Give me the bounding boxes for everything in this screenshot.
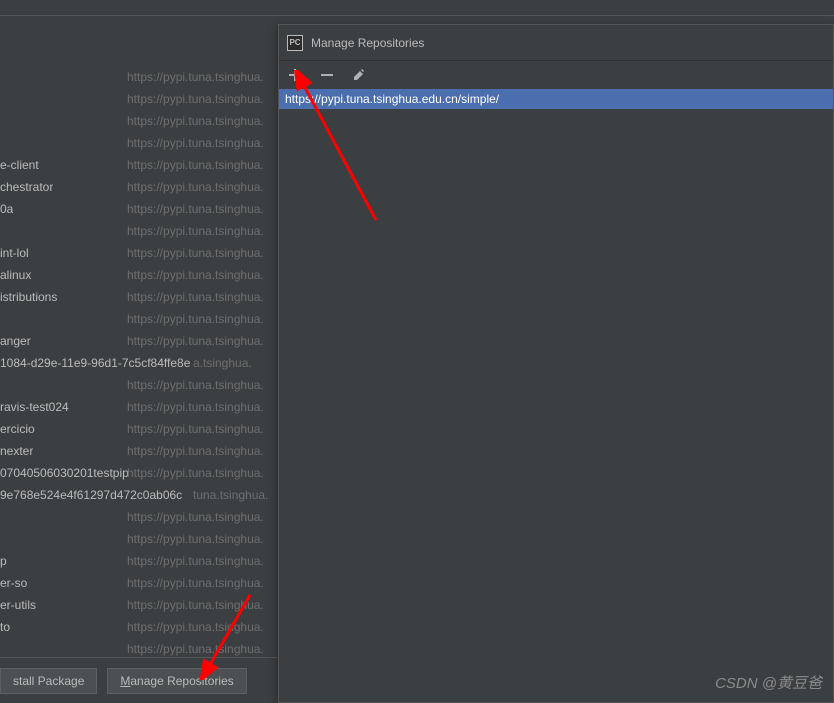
package-name: er-so: [0, 576, 27, 590]
package-row[interactable]: alinux https://pypi.tuna.tsinghua.: [0, 264, 278, 286]
package-source: https://pypi.tuna.tsinghua.: [127, 312, 264, 326]
package-source: https://pypi.tuna.tsinghua.: [127, 422, 264, 436]
edit-icon[interactable]: [351, 67, 367, 83]
package-source: https://pypi.tuna.tsinghua.: [127, 180, 264, 194]
manage-rest: anage Repositories: [130, 674, 233, 688]
dialog-toolbar: [279, 61, 833, 89]
repository-item-selected[interactable]: https://pypi.tuna.tsinghua.edu.cn/simple…: [279, 89, 833, 109]
package-row[interactable]: https://pypi.tuna.tsinghua.: [0, 132, 278, 154]
package-row[interactable]: int-lol https://pypi.tuna.tsinghua.: [0, 242, 278, 264]
package-source: https://pypi.tuna.tsinghua.: [127, 466, 264, 480]
package-source: a.tsinghua.: [193, 356, 252, 370]
package-name: to: [0, 620, 10, 634]
package-source: https://pypi.tuna.tsinghua.: [127, 444, 264, 458]
package-source: https://pypi.tuna.tsinghua.: [127, 268, 264, 282]
package-row[interactable]: https://pypi.tuna.tsinghua.: [0, 88, 278, 110]
package-source: https://pypi.tuna.tsinghua.: [127, 224, 264, 238]
package-source: https://pypi.tuna.tsinghua.: [127, 136, 264, 150]
package-row[interactable]: 9e768e524e4f61297d472c0ab06c tuna.tsinghu…: [0, 484, 278, 506]
package-source: https://pypi.tuna.tsinghua.: [127, 378, 264, 392]
package-row[interactable]: https://pypi.tuna.tsinghua.: [0, 220, 278, 242]
dialog-title: Manage Repositories: [311, 36, 424, 50]
package-row[interactable]: ercicio https://pypi.tuna.tsinghua.: [0, 418, 278, 440]
package-source: https://pypi.tuna.tsinghua.: [127, 246, 264, 260]
package-source: https://pypi.tuna.tsinghua.: [127, 202, 264, 216]
package-source: https://pypi.tuna.tsinghua.: [127, 92, 264, 106]
package-source: https://pypi.tuna.tsinghua.: [127, 400, 264, 414]
pycharm-icon: PC: [287, 35, 303, 51]
package-source: https://pypi.tuna.tsinghua.: [127, 334, 264, 348]
package-source: https://pypi.tuna.tsinghua.: [127, 554, 264, 568]
package-row[interactable]: to https://pypi.tuna.tsinghua.: [0, 616, 278, 638]
package-row[interactable]: er-utils https://pypi.tuna.tsinghua.: [0, 594, 278, 616]
package-row[interactable]: https://pypi.tuna.tsinghua.: [0, 528, 278, 550]
manage-repositories-dialog: PC Manage Repositories https://pypi.tuna…: [278, 24, 834, 703]
package-name: anger: [0, 334, 31, 348]
package-source: https://pypi.tuna.tsinghua.: [127, 70, 264, 84]
watermark: CSDN @黄豆爸: [715, 672, 822, 693]
package-row[interactable]: chestrator https://pypi.tuna.tsinghua.: [0, 176, 278, 198]
package-name: 1084-d29e-11e9-96d1-7c5cf84ffe8e: [0, 356, 190, 370]
package-source: https://pypi.tuna.tsinghua.: [127, 598, 264, 612]
package-source: https://pypi.tuna.tsinghua.: [127, 158, 264, 172]
package-row[interactable]: 0a https://pypi.tuna.tsinghua.: [0, 198, 278, 220]
package-source: https://pypi.tuna.tsinghua.: [127, 576, 264, 590]
package-name: istributions: [0, 290, 57, 304]
package-name: int-lol: [0, 246, 29, 260]
add-icon[interactable]: [287, 67, 303, 83]
package-row[interactable]: istributions https://pypi.tuna.tsinghua.: [0, 286, 278, 308]
package-row[interactable]: er-so https://pypi.tuna.tsinghua.: [0, 572, 278, 594]
package-name: 0a: [0, 202, 13, 216]
package-row[interactable]: 1084-d29e-11e9-96d1-7c5cf84ffe8ea.tsingh…: [0, 352, 278, 374]
package-name: nexter: [0, 444, 33, 458]
package-source: https://pypi.tuna.tsinghua.: [127, 510, 264, 524]
dialog-title-bar: PC Manage Repositories: [279, 25, 833, 61]
package-row[interactable]: https://pypi.tuna.tsinghua.: [0, 374, 278, 396]
package-source: https://pypi.tuna.tsinghua.: [127, 114, 264, 128]
package-row[interactable]: nexter https://pypi.tuna.tsinghua.: [0, 440, 278, 462]
install-package-button[interactable]: stall Package: [0, 668, 97, 694]
package-name: er-utils: [0, 598, 36, 612]
package-source: tuna.tsinghua.: [193, 488, 268, 502]
top-border: [0, 15, 834, 16]
install-label: stall Package: [13, 674, 84, 688]
repository-list: https://pypi.tuna.tsinghua.edu.cn/simple…: [279, 89, 833, 109]
package-row[interactable]: ravis-test024 https://pypi.tuna.tsinghua.: [0, 396, 278, 418]
bottom-toolbar: stall Package Manage Repositories: [0, 657, 278, 703]
package-list: https://pypi.tuna.tsinghua. https://pypi.…: [0, 66, 278, 660]
package-source: https://pypi.tuna.tsinghua.: [127, 532, 264, 546]
package-name: 07040506030201testpip: [0, 466, 129, 480]
package-name: p: [0, 554, 7, 568]
package-name: alinux: [0, 268, 31, 282]
package-row[interactable]: anger https://pypi.tuna.tsinghua.: [0, 330, 278, 352]
package-source: https://pypi.tuna.tsinghua.: [127, 620, 264, 634]
package-name: chestrator: [0, 180, 53, 194]
package-source: https://pypi.tuna.tsinghua.: [127, 642, 264, 656]
package-row[interactable]: e-client https://pypi.tuna.tsinghua.: [0, 154, 278, 176]
remove-icon[interactable]: [319, 67, 335, 83]
manage-prefix: M: [120, 674, 130, 688]
package-name: e-client: [0, 158, 39, 172]
package-source: https://pypi.tuna.tsinghua.: [127, 290, 264, 304]
package-row[interactable]: 07040506030201testpiphttps://pypi.tuna.t…: [0, 462, 278, 484]
package-row[interactable]: https://pypi.tuna.tsinghua.: [0, 308, 278, 330]
package-row[interactable]: https://pypi.tuna.tsinghua.: [0, 110, 278, 132]
package-name: ercicio: [0, 422, 35, 436]
package-name: 9e768e524e4f61297d472c0ab06c: [0, 488, 182, 502]
package-name: ravis-test024: [0, 400, 69, 414]
package-row[interactable]: p https://pypi.tuna.tsinghua.: [0, 550, 278, 572]
manage-repositories-button[interactable]: Manage Repositories: [107, 668, 246, 694]
package-row[interactable]: https://pypi.tuna.tsinghua.: [0, 506, 278, 528]
package-row[interactable]: https://pypi.tuna.tsinghua.: [0, 66, 278, 88]
